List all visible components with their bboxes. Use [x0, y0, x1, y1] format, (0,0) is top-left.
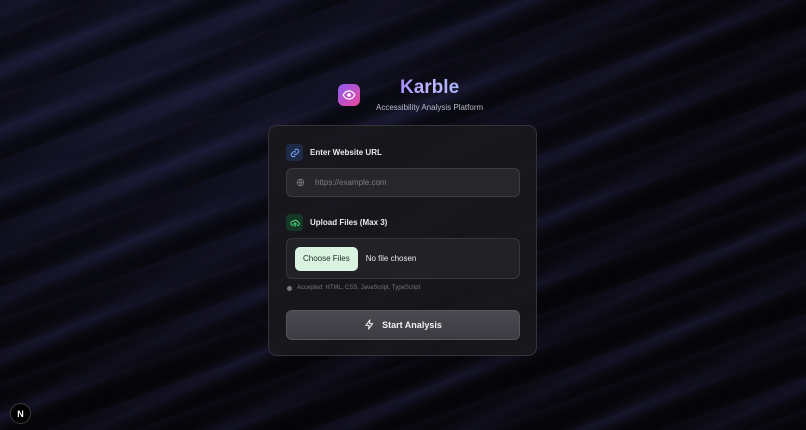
url-label-row: Enter Website URL — [286, 144, 382, 161]
app-title: Karble — [400, 77, 460, 98]
upload-label: Upload Files (Max 3) — [310, 218, 388, 227]
start-analysis-label: Start Analysis — [382, 320, 442, 330]
url-field[interactable] — [286, 168, 520, 197]
globe-icon — [296, 174, 305, 192]
accepted-types-hint: Accepted: HTML, CSS, JavaScript, TypeScr… — [287, 285, 420, 291]
info-icon — [287, 285, 292, 291]
hint-text: Accepted: HTML, CSS, JavaScript, TypeScr… — [297, 285, 421, 291]
url-input[interactable] — [313, 177, 507, 188]
analysis-card: Enter Website URL Upload Files (Max 3) C… — [268, 125, 537, 356]
upload-label-row: Upload Files (Max 3) — [286, 214, 387, 231]
start-analysis-button[interactable]: Start Analysis — [286, 310, 520, 340]
eye-logo-icon — [338, 84, 360, 106]
file-status: No file chosen — [365, 254, 417, 263]
app-subtitle: Accessibility Analysis Platform — [376, 103, 484, 112]
file-picker[interactable]: Choose Files No file chosen — [286, 238, 520, 279]
upload-cloud-icon — [286, 214, 303, 231]
brand-header: Karble Accessibility Analysis Platform — [338, 78, 483, 112]
url-label: Enter Website URL — [310, 148, 382, 157]
lightning-icon — [364, 318, 375, 332]
link-icon — [286, 144, 303, 161]
n-badge-icon[interactable]: N — [10, 403, 31, 424]
choose-files-button[interactable]: Choose Files — [295, 246, 358, 271]
